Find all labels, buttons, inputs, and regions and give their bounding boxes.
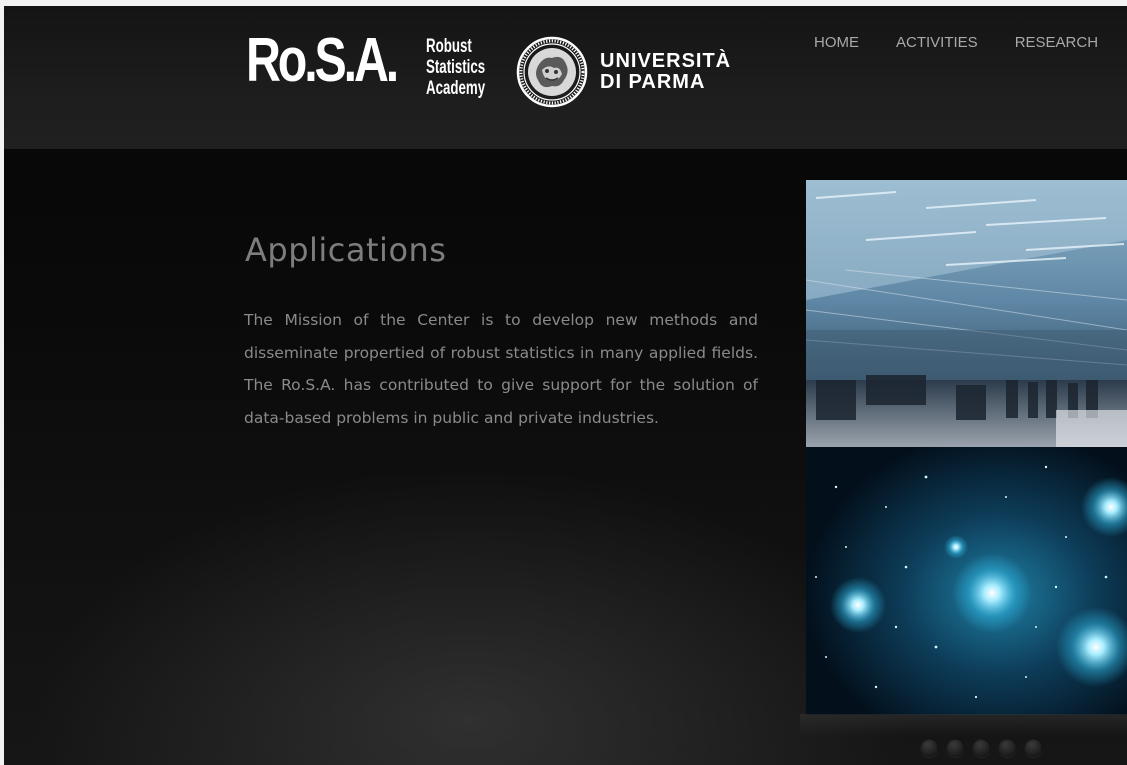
star-cluster-photo: [806, 447, 1127, 715]
logo-subtitle-line: Robust: [426, 36, 472, 57]
nav-item-research[interactable]: RESEARCH: [1015, 34, 1098, 51]
page: Ro.S.A. Robust Statistics Academy UNIVER…: [0, 0, 1127, 765]
slider-dot-4[interactable]: [998, 738, 1017, 757]
slider-dot-2[interactable]: [946, 738, 965, 757]
slider-pagination: [920, 738, 1043, 757]
slider-dot-5[interactable]: [1024, 738, 1043, 757]
slider-dot-1[interactable]: [920, 738, 939, 757]
university-name[interactable]: UNIVERSITÀ DI PARMA: [600, 51, 731, 93]
nav-item-activities[interactable]: ACTIVITIES: [896, 34, 978, 51]
rosa-logo[interactable]: Ro.S.A.: [246, 30, 399, 92]
main-nav: HOME ACTIVITIES RESEARCH: [814, 34, 1127, 51]
logo-subtitle-line: Academy: [426, 78, 486, 99]
logo-subtitle-line: Statistics: [426, 57, 486, 78]
mission-paragraph: The Mission of the Center is to develop …: [244, 311, 758, 427]
airport-motion-photo: [806, 180, 1127, 447]
slider-images[interactable]: [806, 180, 1127, 715]
slider-dot-3[interactable]: [972, 738, 991, 757]
nav-item-home[interactable]: HOME: [814, 34, 859, 51]
rosa-logo-subtitle: Robust Statistics Academy: [426, 36, 485, 99]
slider-reflection: [800, 714, 1127, 736]
page-title: Applications: [245, 231, 447, 269]
university-name-line: UNIVERSITÀ: [600, 50, 732, 72]
university-seal-icon[interactable]: [516, 36, 588, 108]
university-name-line: DI PARMA: [600, 71, 706, 93]
